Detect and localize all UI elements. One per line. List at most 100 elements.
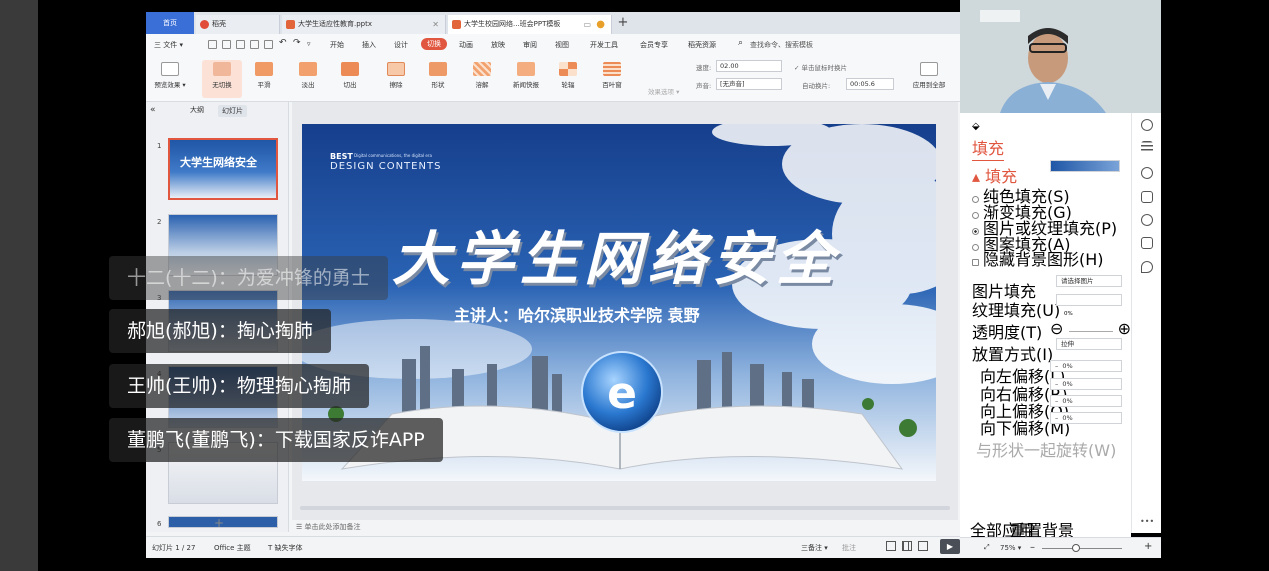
tab-outline[interactable]: 大纲: [190, 105, 204, 115]
menu-view[interactable]: 视图: [555, 40, 569, 50]
speed-input[interactable]: 02.00: [716, 60, 782, 72]
tab-fill[interactable]: 填充: [972, 135, 1005, 161]
preview-icon[interactable]: [250, 40, 259, 49]
export-icon[interactable]: [222, 40, 231, 49]
offset-left-input[interactable]: – 0%: [1050, 360, 1122, 372]
on-click-checkbox[interactable]: ✓ 单击鼠标时换片: [794, 62, 847, 72]
menu-design[interactable]: 设计: [394, 40, 408, 50]
more-icon[interactable]: •••: [1140, 517, 1154, 526]
menu-review[interactable]: 审阅: [523, 40, 537, 50]
play-slideshow-button[interactable]: ▶: [940, 539, 960, 554]
menu-member[interactable]: 会员专享: [640, 40, 668, 50]
slide-thumb-1[interactable]: 大学生网络安全: [168, 138, 278, 200]
properties-icon[interactable]: [1141, 141, 1153, 153]
transition-cut[interactable]: 切出: [330, 60, 370, 98]
transition-label: 切出: [343, 81, 357, 89]
chat-message: 十二(十二)：为爱冲锋的勇士: [109, 256, 388, 300]
fill-preview-select[interactable]: [1050, 160, 1120, 172]
horizontal-scrollbar[interactable]: [300, 506, 950, 510]
add-slide-button[interactable]: +: [214, 516, 224, 530]
file-menu[interactable]: 三 文件 ▾: [154, 40, 183, 50]
apply-all-button[interactable]: 应用到全部: [906, 60, 952, 98]
sorter-view-icon[interactable]: [902, 541, 912, 551]
rotate-with-shape-checkbox[interactable]: 与形状一起旋转(W): [976, 437, 1116, 461]
slider-track: [1068, 331, 1113, 332]
transition-shape[interactable]: 形状: [418, 60, 458, 98]
reading-view-icon[interactable]: [918, 541, 928, 551]
transition-fade[interactable]: 淡出: [288, 60, 328, 98]
print-icon[interactable]: [236, 40, 245, 49]
close-icon[interactable]: ✕: [432, 15, 439, 34]
menu-developer[interactable]: 开发工具: [590, 40, 618, 50]
transition-dissolve[interactable]: 溶解: [462, 60, 502, 98]
sound-select[interactable]: [无声音]: [716, 78, 782, 90]
effect-options-button[interactable]: 效果选项 ▾: [648, 86, 679, 96]
normal-view-icon[interactable]: [886, 541, 896, 551]
menu-transition[interactable]: 切换: [421, 38, 447, 50]
zoom-out-button[interactable]: –: [1030, 542, 1035, 553]
zoom-level[interactable]: 75% ▾: [1000, 544, 1021, 552]
ppt-icon: [452, 20, 461, 29]
offset-top-input[interactable]: – 0%: [1050, 395, 1122, 407]
offset-bottom-input[interactable]: – 0%: [1050, 412, 1122, 424]
placement-label: 放置方式(I): [972, 345, 1054, 364]
tab-daoke[interactable]: 稻壳: [196, 15, 280, 34]
tab-document-1[interactable]: 大学生适应性教育.pptx ✕: [282, 15, 446, 34]
redo-icon[interactable]: ↷: [293, 38, 301, 48]
location-icon[interactable]: [1141, 261, 1153, 273]
speed-label: 速度:: [696, 64, 712, 72]
auto-advance-input[interactable]: 00:05.6: [846, 78, 894, 90]
notes-toggle[interactable]: 三备注 ▾: [801, 543, 828, 553]
hide-background-checkbox[interactable]: 隐藏背景图形(H): [972, 246, 1104, 270]
tab-home[interactable]: 首页: [146, 12, 194, 34]
new-tab-button[interactable]: +: [616, 14, 630, 32]
pin-icon[interactable]: [1141, 119, 1153, 131]
transition-smooth[interactable]: 平滑: [244, 60, 284, 98]
transparency-slider[interactable]: ⊖ ⊕: [1050, 319, 1131, 338]
menu-slideshow[interactable]: 放映: [491, 40, 505, 50]
undo-icon[interactable]: ↶: [279, 38, 287, 48]
fit-window-icon[interactable]: ⤢: [984, 543, 990, 552]
slide-title: 大学生网络安全: [392, 225, 841, 293]
transition-label: 形状: [431, 81, 445, 89]
format-painter-icon[interactable]: [264, 40, 273, 49]
tab-document-2[interactable]: 大学生校园网络...班会PPT模板 ▭ ●: [448, 15, 612, 34]
menu-docer[interactable]: 稻壳资源: [688, 40, 716, 50]
customize-icon[interactable]: ▿: [307, 40, 311, 48]
animation-icon[interactable]: [1141, 167, 1153, 179]
font-icon: T: [268, 544, 273, 552]
transition-wipe[interactable]: 擦除: [376, 60, 416, 98]
zoom-slider-thumb[interactable]: [1072, 544, 1080, 552]
collapse-icon[interactable]: «: [150, 105, 156, 115]
comments-toggle[interactable]: 批注: [842, 543, 856, 553]
image-icon[interactable]: [1141, 237, 1153, 249]
transition-thumb-icon: [473, 62, 491, 76]
transition-none[interactable]: 无切换: [202, 60, 242, 98]
offset-right-input[interactable]: – 0%: [1050, 378, 1122, 390]
copy-icon[interactable]: [1141, 191, 1153, 203]
placement-select[interactable]: 拉伸: [1056, 338, 1122, 350]
transition-blinds[interactable]: 百叶窗: [592, 60, 632, 98]
window-icon[interactable]: ▭: [583, 15, 591, 34]
thumb-number: 2: [157, 218, 162, 226]
picture-fill-select[interactable]: 请选择图片: [1056, 275, 1122, 287]
missing-font-button[interactable]: T 缺失字体: [268, 543, 303, 553]
notes-area[interactable]: ☰ 单击此处添加备注: [292, 520, 958, 534]
slide-counter: 幻灯片 1 / 27: [152, 544, 196, 552]
texture-fill-select[interactable]: [1056, 294, 1122, 306]
save-icon[interactable]: [208, 40, 217, 49]
zoom-in-button[interactable]: +: [1144, 541, 1152, 552]
transition-wheel[interactable]: 轮辐: [548, 60, 588, 98]
zoom-slider-track[interactable]: [1042, 548, 1122, 549]
transition-thumb-icon: [387, 62, 405, 76]
command-search[interactable]: 查找命令、搜索模板: [750, 40, 813, 50]
e-logo-icon: e: [607, 368, 637, 419]
menu-animation[interactable]: 动画: [459, 40, 473, 50]
menu-insert[interactable]: 插入: [362, 40, 376, 50]
tab-strip: 首页 稻壳 大学生适应性教育.pptx ✕ 大学生校园网络...班会PPT模板 …: [146, 12, 960, 34]
menu-start[interactable]: 开始: [330, 40, 344, 50]
tab-slides[interactable]: 幻灯片: [218, 105, 247, 117]
preview-effect-button[interactable]: 预览效果 ▾: [150, 60, 190, 98]
help-icon[interactable]: [1141, 214, 1153, 226]
transition-newsflash[interactable]: 新闻快报: [506, 60, 546, 98]
